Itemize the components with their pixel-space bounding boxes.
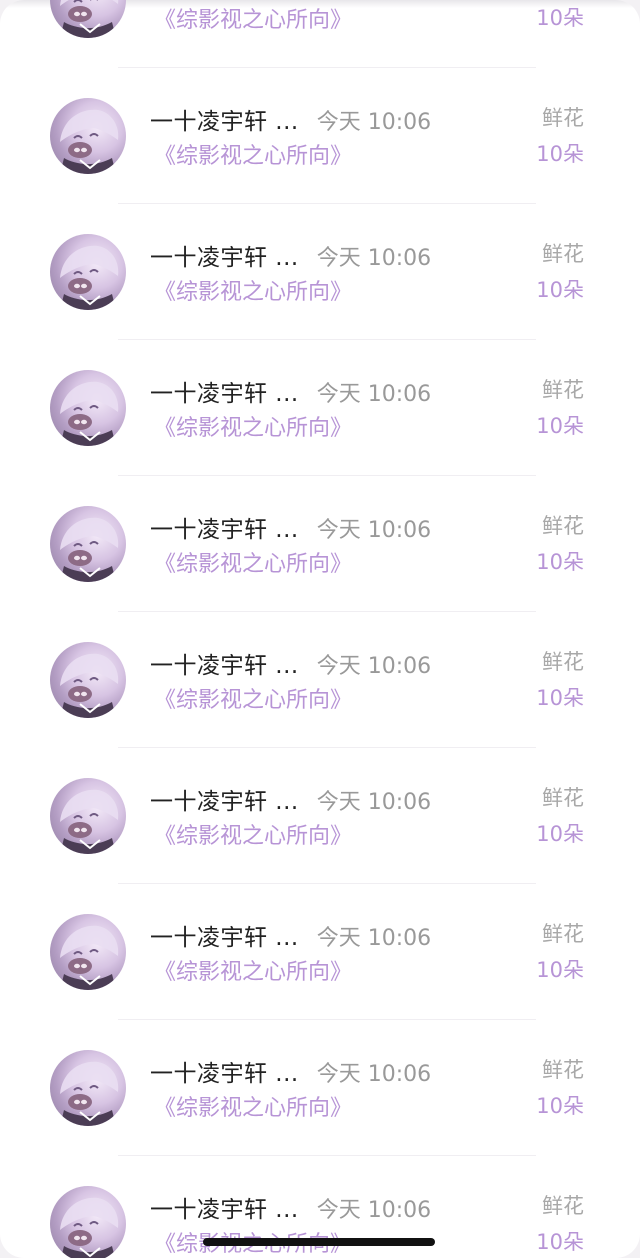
gift-count: 10朵 xyxy=(536,822,584,846)
gift-count: 10朵 xyxy=(536,1230,584,1254)
gift-record-list[interactable]: 一十凌宇轩 ... 今天 10:06 《综影视之心所向》 鲜花 10朵 一十凌宇… xyxy=(0,0,640,1258)
gift-type: 鲜花 xyxy=(542,242,584,266)
gift-record-row[interactable]: 一十凌宇轩 ... 今天 10:06 《综影视之心所向》 鲜花 10朵 xyxy=(0,68,640,204)
user-avatar-icon[interactable] xyxy=(50,370,126,446)
book-title-link[interactable]: 《综影视之心所向》 xyxy=(154,138,352,170)
user-avatar-icon[interactable] xyxy=(50,98,126,174)
gift-type: 鲜花 xyxy=(542,1194,584,1218)
anime-avatar-icon xyxy=(60,1197,119,1258)
anime-avatar-icon xyxy=(60,381,119,446)
user-name[interactable]: 一十凌宇轩 ... xyxy=(150,102,299,136)
home-indicator[interactable] xyxy=(203,1238,435,1246)
user-avatar-icon[interactable] xyxy=(50,642,126,718)
gift-record-row[interactable]: 一十凌宇轩 ... 今天 10:06 《综影视之心所向》 鲜花 10朵 xyxy=(0,748,640,884)
gift-count: 10朵 xyxy=(536,686,584,710)
gift-count: 10朵 xyxy=(536,6,584,30)
gift-record-row[interactable]: 一十凌宇轩 ... 今天 10:06 《综影视之心所向》 鲜花 10朵 xyxy=(0,884,640,1020)
user-name[interactable]: 一十凌宇轩 ... xyxy=(150,782,299,816)
row-header: 一十凌宇轩 ... 今天 10:06 xyxy=(150,918,431,952)
gift-type: 鲜花 xyxy=(542,1058,584,1082)
timestamp: 今天 10:06 xyxy=(316,790,432,815)
gift-count: 10朵 xyxy=(536,958,584,982)
gift-type: 鲜花 xyxy=(542,786,584,810)
user-name[interactable]: 一十凌宇轩 ... xyxy=(150,646,299,680)
gift-record-row[interactable]: 一十凌宇轩 ... 今天 10:06 《综影视之心所向》 鲜花 10朵 xyxy=(0,1020,640,1156)
gift-count: 10朵 xyxy=(536,414,584,438)
user-avatar-icon[interactable] xyxy=(50,1186,126,1258)
user-avatar-icon[interactable] xyxy=(50,778,126,854)
user-avatar-icon[interactable] xyxy=(50,1050,126,1126)
timestamp: 今天 10:06 xyxy=(316,654,432,679)
gift-type: 鲜花 xyxy=(542,650,584,674)
user-name[interactable]: 一十凌宇轩 ... xyxy=(150,374,299,408)
gift-type: 鲜花 xyxy=(542,106,584,130)
user-name[interactable]: 一十凌宇轩 ... xyxy=(150,510,299,544)
gift-record-panel: 一十凌宇轩 ... 今天 10:06 《综影视之心所向》 鲜花 10朵 一十凌宇… xyxy=(0,0,640,1258)
gift-record-row[interactable]: 一十凌宇轩 ... 今天 10:06 《综影视之心所向》 鲜花 10朵 xyxy=(0,0,640,68)
user-avatar-icon[interactable] xyxy=(50,234,126,310)
gift-count: 10朵 xyxy=(536,550,584,574)
anime-avatar-icon xyxy=(60,789,119,854)
book-title-link[interactable]: 《综影视之心所向》 xyxy=(154,546,352,578)
user-name[interactable]: 一十凌宇轩 ... xyxy=(150,1190,299,1224)
gift-type: 鲜花 xyxy=(542,514,584,538)
row-header: 一十凌宇轩 ... 今天 10:06 xyxy=(150,374,431,408)
anime-avatar-icon xyxy=(60,517,119,582)
book-title-link[interactable]: 《综影视之心所向》 xyxy=(154,410,352,442)
anime-avatar-icon xyxy=(60,109,119,174)
anime-avatar-icon xyxy=(60,0,119,38)
anime-avatar-icon xyxy=(60,245,119,310)
timestamp: 今天 10:06 xyxy=(316,518,432,543)
user-avatar-icon[interactable] xyxy=(50,0,126,38)
timestamp: 今天 10:06 xyxy=(316,1062,432,1087)
gift-record-row[interactable]: 一十凌宇轩 ... 今天 10:06 《综影视之心所向》 鲜花 10朵 xyxy=(0,204,640,340)
gift-type: 鲜花 xyxy=(542,922,584,946)
timestamp: 今天 10:06 xyxy=(316,382,432,407)
book-title-link[interactable]: 《综影视之心所向》 xyxy=(154,954,352,986)
user-name[interactable]: 一十凌宇轩 ... xyxy=(150,918,299,952)
row-header: 一十凌宇轩 ... 今天 10:06 xyxy=(150,1054,431,1088)
user-avatar-icon[interactable] xyxy=(50,506,126,582)
gift-record-row[interactable]: 一十凌宇轩 ... 今天 10:06 《综影视之心所向》 鲜花 10朵 xyxy=(0,476,640,612)
gift-count: 10朵 xyxy=(536,278,584,302)
row-header: 一十凌宇轩 ... 今天 10:06 xyxy=(150,510,431,544)
anime-avatar-icon xyxy=(60,653,119,718)
book-title-link[interactable]: 《综影视之心所向》 xyxy=(154,2,352,34)
book-title-link[interactable]: 《综影视之心所向》 xyxy=(154,1090,352,1122)
user-name[interactable]: 一十凌宇轩 ... xyxy=(150,238,299,272)
row-header: 一十凌宇轩 ... 今天 10:06 xyxy=(150,238,431,272)
timestamp: 今天 10:06 xyxy=(316,246,432,271)
book-title-link[interactable]: 《综影视之心所向》 xyxy=(154,274,352,306)
gift-record-row[interactable]: 一十凌宇轩 ... 今天 10:06 《综影视之心所向》 鲜花 10朵 xyxy=(0,612,640,748)
user-name[interactable]: 一十凌宇轩 ... xyxy=(150,1054,299,1088)
book-title-link[interactable]: 《综影视之心所向》 xyxy=(154,818,352,850)
gift-type: 鲜花 xyxy=(542,378,584,402)
timestamp: 今天 10:06 xyxy=(316,1198,432,1223)
gift-count: 10朵 xyxy=(536,142,584,166)
row-header: 一十凌宇轩 ... 今天 10:06 xyxy=(150,102,431,136)
book-title-link[interactable]: 《综影视之心所向》 xyxy=(154,682,352,714)
row-header: 一十凌宇轩 ... 今天 10:06 xyxy=(150,1190,431,1224)
timestamp: 今天 10:06 xyxy=(316,110,432,135)
anime-avatar-icon xyxy=(60,1061,119,1126)
row-header: 一十凌宇轩 ... 今天 10:06 xyxy=(150,646,431,680)
anime-avatar-icon xyxy=(60,925,119,990)
timestamp: 今天 10:06 xyxy=(316,926,432,951)
row-header: 一十凌宇轩 ... 今天 10:06 xyxy=(150,782,431,816)
user-avatar-icon[interactable] xyxy=(50,914,126,990)
gift-count: 10朵 xyxy=(536,1094,584,1118)
gift-record-row[interactable]: 一十凌宇轩 ... 今天 10:06 《综影视之心所向》 鲜花 10朵 xyxy=(0,340,640,476)
